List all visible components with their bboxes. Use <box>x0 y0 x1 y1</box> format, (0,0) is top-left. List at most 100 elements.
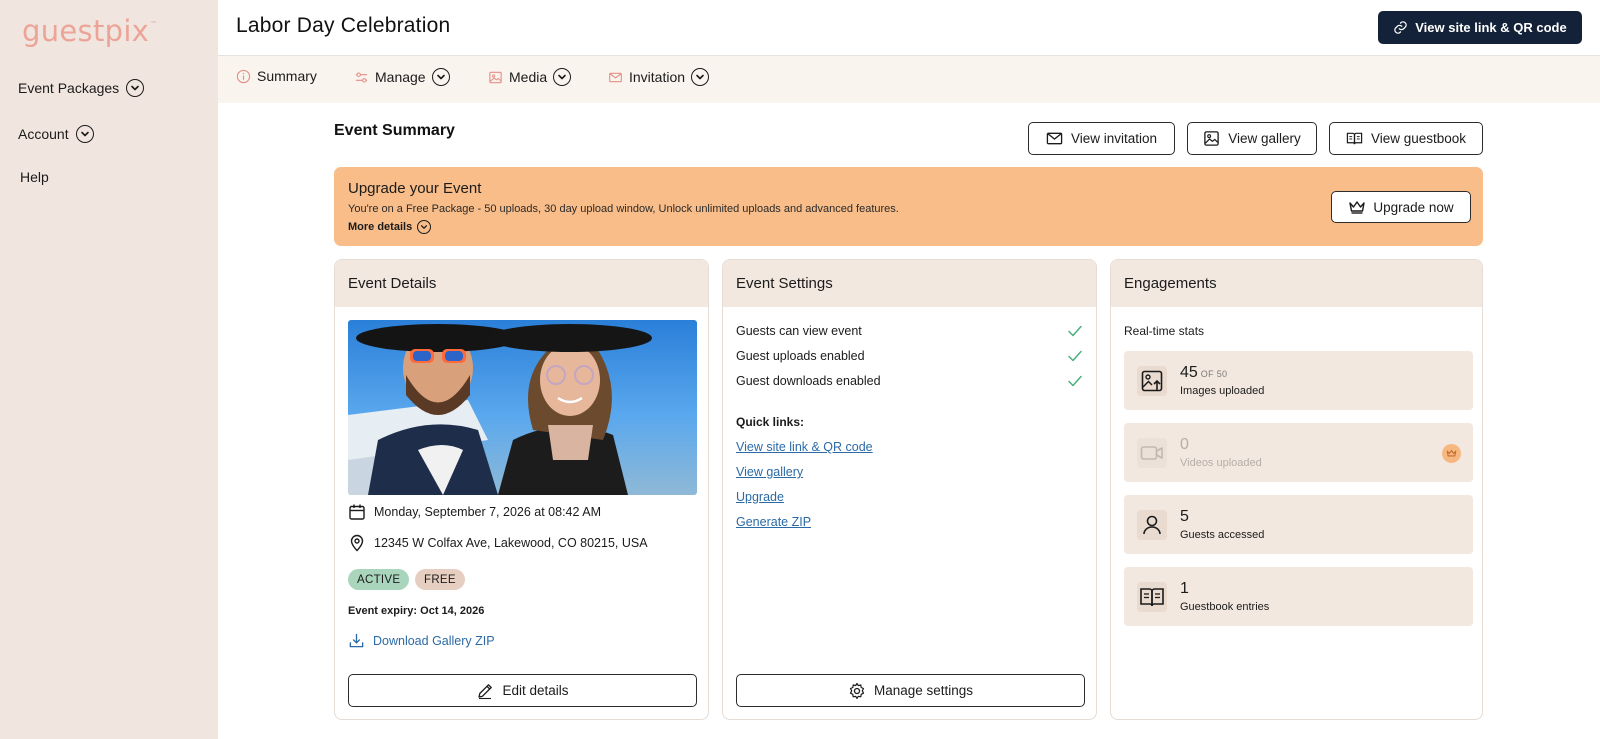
more-details-toggle[interactable]: More details <box>348 220 432 234</box>
logo-text: guestpix <box>22 14 150 48</box>
quick-links-title: Quick links: <box>736 415 805 429</box>
quick-link-gallery[interactable]: View gallery <box>736 465 803 479</box>
info-circle-icon <box>236 69 251 84</box>
sliders-icon <box>354 70 369 85</box>
stat-value: 45 <box>1180 364 1198 381</box>
event-expiry: Event expiry: Oct 14, 2026 <box>348 605 485 617</box>
check-icon <box>1068 325 1082 337</box>
page-title: Labor Day Celebration <box>236 14 451 37</box>
event-details-card: Event Details Monday, September 7, 2026 … <box>334 259 709 720</box>
chevron-down-icon <box>126 79 145 97</box>
view-gallery-button[interactable]: View gallery <box>1187 122 1317 155</box>
event-settings-card: Event Settings Guests can view event Gue… <box>722 259 1097 720</box>
gear-icon <box>849 682 865 699</box>
card-title: Event Details <box>335 260 708 307</box>
plan-badge: FREE <box>415 569 465 590</box>
crown-icon <box>1349 201 1366 214</box>
tab-bar: Summary Manage Media Invitation <box>218 56 1600 103</box>
setting-guests-can-view: Guests can view event <box>736 323 1083 339</box>
premium-crown-icon[interactable] <box>1442 444 1461 463</box>
tab-manage[interactable]: Manage <box>354 68 450 86</box>
pencil-icon <box>478 683 493 699</box>
engagements-card: Engagements Real-time stats 45 OF 50 Imag… <box>1110 259 1483 720</box>
download-gallery-zip-link[interactable]: Download Gallery ZIP <box>348 632 495 649</box>
sidebar-item-help[interactable]: Help <box>20 169 49 185</box>
trademark-mark: ™ <box>150 20 158 28</box>
chevron-down-icon <box>691 68 710 86</box>
setting-guest-downloads: Guest downloads enabled <box>736 373 1083 389</box>
event-date-row: Monday, September 7, 2026 at 08:42 AM <box>348 503 601 521</box>
edit-details-label: Edit details <box>502 683 569 698</box>
stat-value: 5 <box>1180 508 1189 525</box>
sidebar: guestpix™ Event Packages Account Help <box>0 0 218 739</box>
chevron-down-icon <box>553 68 572 86</box>
event-address: 12345 W Colfax Ave, Lakewood, CO 80215, … <box>374 536 648 550</box>
tab-media[interactable]: Media <box>488 68 572 86</box>
setting-label: Guest downloads enabled <box>736 374 881 388</box>
manage-settings-label: Manage settings <box>873 683 974 698</box>
user-icon <box>1137 510 1167 540</box>
link-icon <box>1394 21 1407 34</box>
tab-summary[interactable]: Summary <box>236 68 317 84</box>
card-title: Event Settings <box>723 260 1096 307</box>
upgrade-now-label: Upgrade now <box>1373 199 1454 215</box>
tab-label: Manage <box>375 69 426 85</box>
edit-details-button[interactable]: Edit details <box>348 674 697 707</box>
download-icon <box>349 633 364 648</box>
view-site-link-button[interactable]: View site link & QR code <box>1378 11 1582 44</box>
chevron-down-icon <box>417 220 432 234</box>
setting-guest-uploads: Guest uploads enabled <box>736 348 1083 364</box>
image-icon <box>488 70 503 85</box>
event-date: Monday, September 7, 2026 at 08:42 AM <box>374 505 601 519</box>
app-root: guestpix™ Event Packages Account Help La… <box>0 0 1600 739</box>
stat-videos-uploaded: 0 Videos uploaded <box>1124 423 1473 482</box>
stat-label: Guests accessed <box>1180 529 1265 541</box>
image-icon <box>1204 131 1219 146</box>
stat-value: 1 <box>1180 580 1189 597</box>
view-site-link-label: View site link & QR code <box>1415 20 1567 35</box>
mail-icon <box>1046 132 1063 145</box>
top-header: Labor Day Celebration View site link & Q… <box>218 0 1600 56</box>
stat-images-uploaded: 45 OF 50 Images uploaded <box>1124 351 1473 410</box>
event-cover-photo <box>348 320 697 495</box>
setting-label: Guest uploads enabled <box>736 349 865 363</box>
stat-value: 0 <box>1180 436 1189 453</box>
more-details-label: More details <box>348 221 413 233</box>
stat-guestbook-entries: 1 Guestbook entries <box>1124 567 1473 626</box>
tab-label: Invitation <box>629 69 686 85</box>
check-icon <box>1068 375 1082 387</box>
upgrade-now-button[interactable]: Upgrade now <box>1331 191 1471 223</box>
view-invitation-button[interactable]: View invitation <box>1028 122 1175 155</box>
quick-link-upgrade[interactable]: Upgrade <box>736 490 784 504</box>
sidebar-item-label: Event Packages <box>18 80 120 96</box>
stat-limit: OF 50 <box>1200 369 1228 379</box>
upgrade-banner: Upgrade your Event You're on a Free Pack… <box>334 167 1483 246</box>
quick-link-generate-zip[interactable]: Generate ZIP <box>736 515 811 529</box>
mail-icon <box>608 70 623 85</box>
open-book-icon <box>1346 132 1363 145</box>
view-gallery-label: View gallery <box>1228 131 1301 146</box>
sidebar-item-account[interactable]: Account <box>18 125 94 143</box>
download-gallery-zip-label: Download Gallery ZIP <box>373 633 495 648</box>
check-icon <box>1068 350 1082 362</box>
stat-label: Videos uploaded <box>1180 457 1262 469</box>
view-guestbook-button[interactable]: View guestbook <box>1329 122 1483 155</box>
quick-link-site-link[interactable]: View site link & QR code <box>736 440 873 454</box>
banner-description: You're on a Free Package - 50 uploads, 3… <box>348 203 899 215</box>
location-pin-icon <box>350 534 364 552</box>
realtime-stats-subtitle: Real-time stats <box>1124 324 1205 338</box>
tab-invitation[interactable]: Invitation <box>608 68 710 86</box>
sidebar-item-label: Help <box>20 169 49 185</box>
banner-title: Upgrade your Event <box>348 180 482 197</box>
manage-settings-button[interactable]: Manage settings <box>736 674 1085 707</box>
section-title-event-summary: Event Summary <box>334 122 455 139</box>
guestbook-icon <box>1137 582 1167 612</box>
stat-label: Images uploaded <box>1180 385 1265 397</box>
image-upload-icon <box>1137 366 1167 396</box>
sidebar-item-event-packages[interactable]: Event Packages <box>18 79 145 97</box>
setting-label: Guests can view event <box>736 324 862 338</box>
guestpix-logo[interactable]: guestpix™ <box>22 14 158 48</box>
chevron-down-icon <box>431 68 450 86</box>
video-icon <box>1137 438 1167 468</box>
calendar-icon <box>349 504 365 520</box>
